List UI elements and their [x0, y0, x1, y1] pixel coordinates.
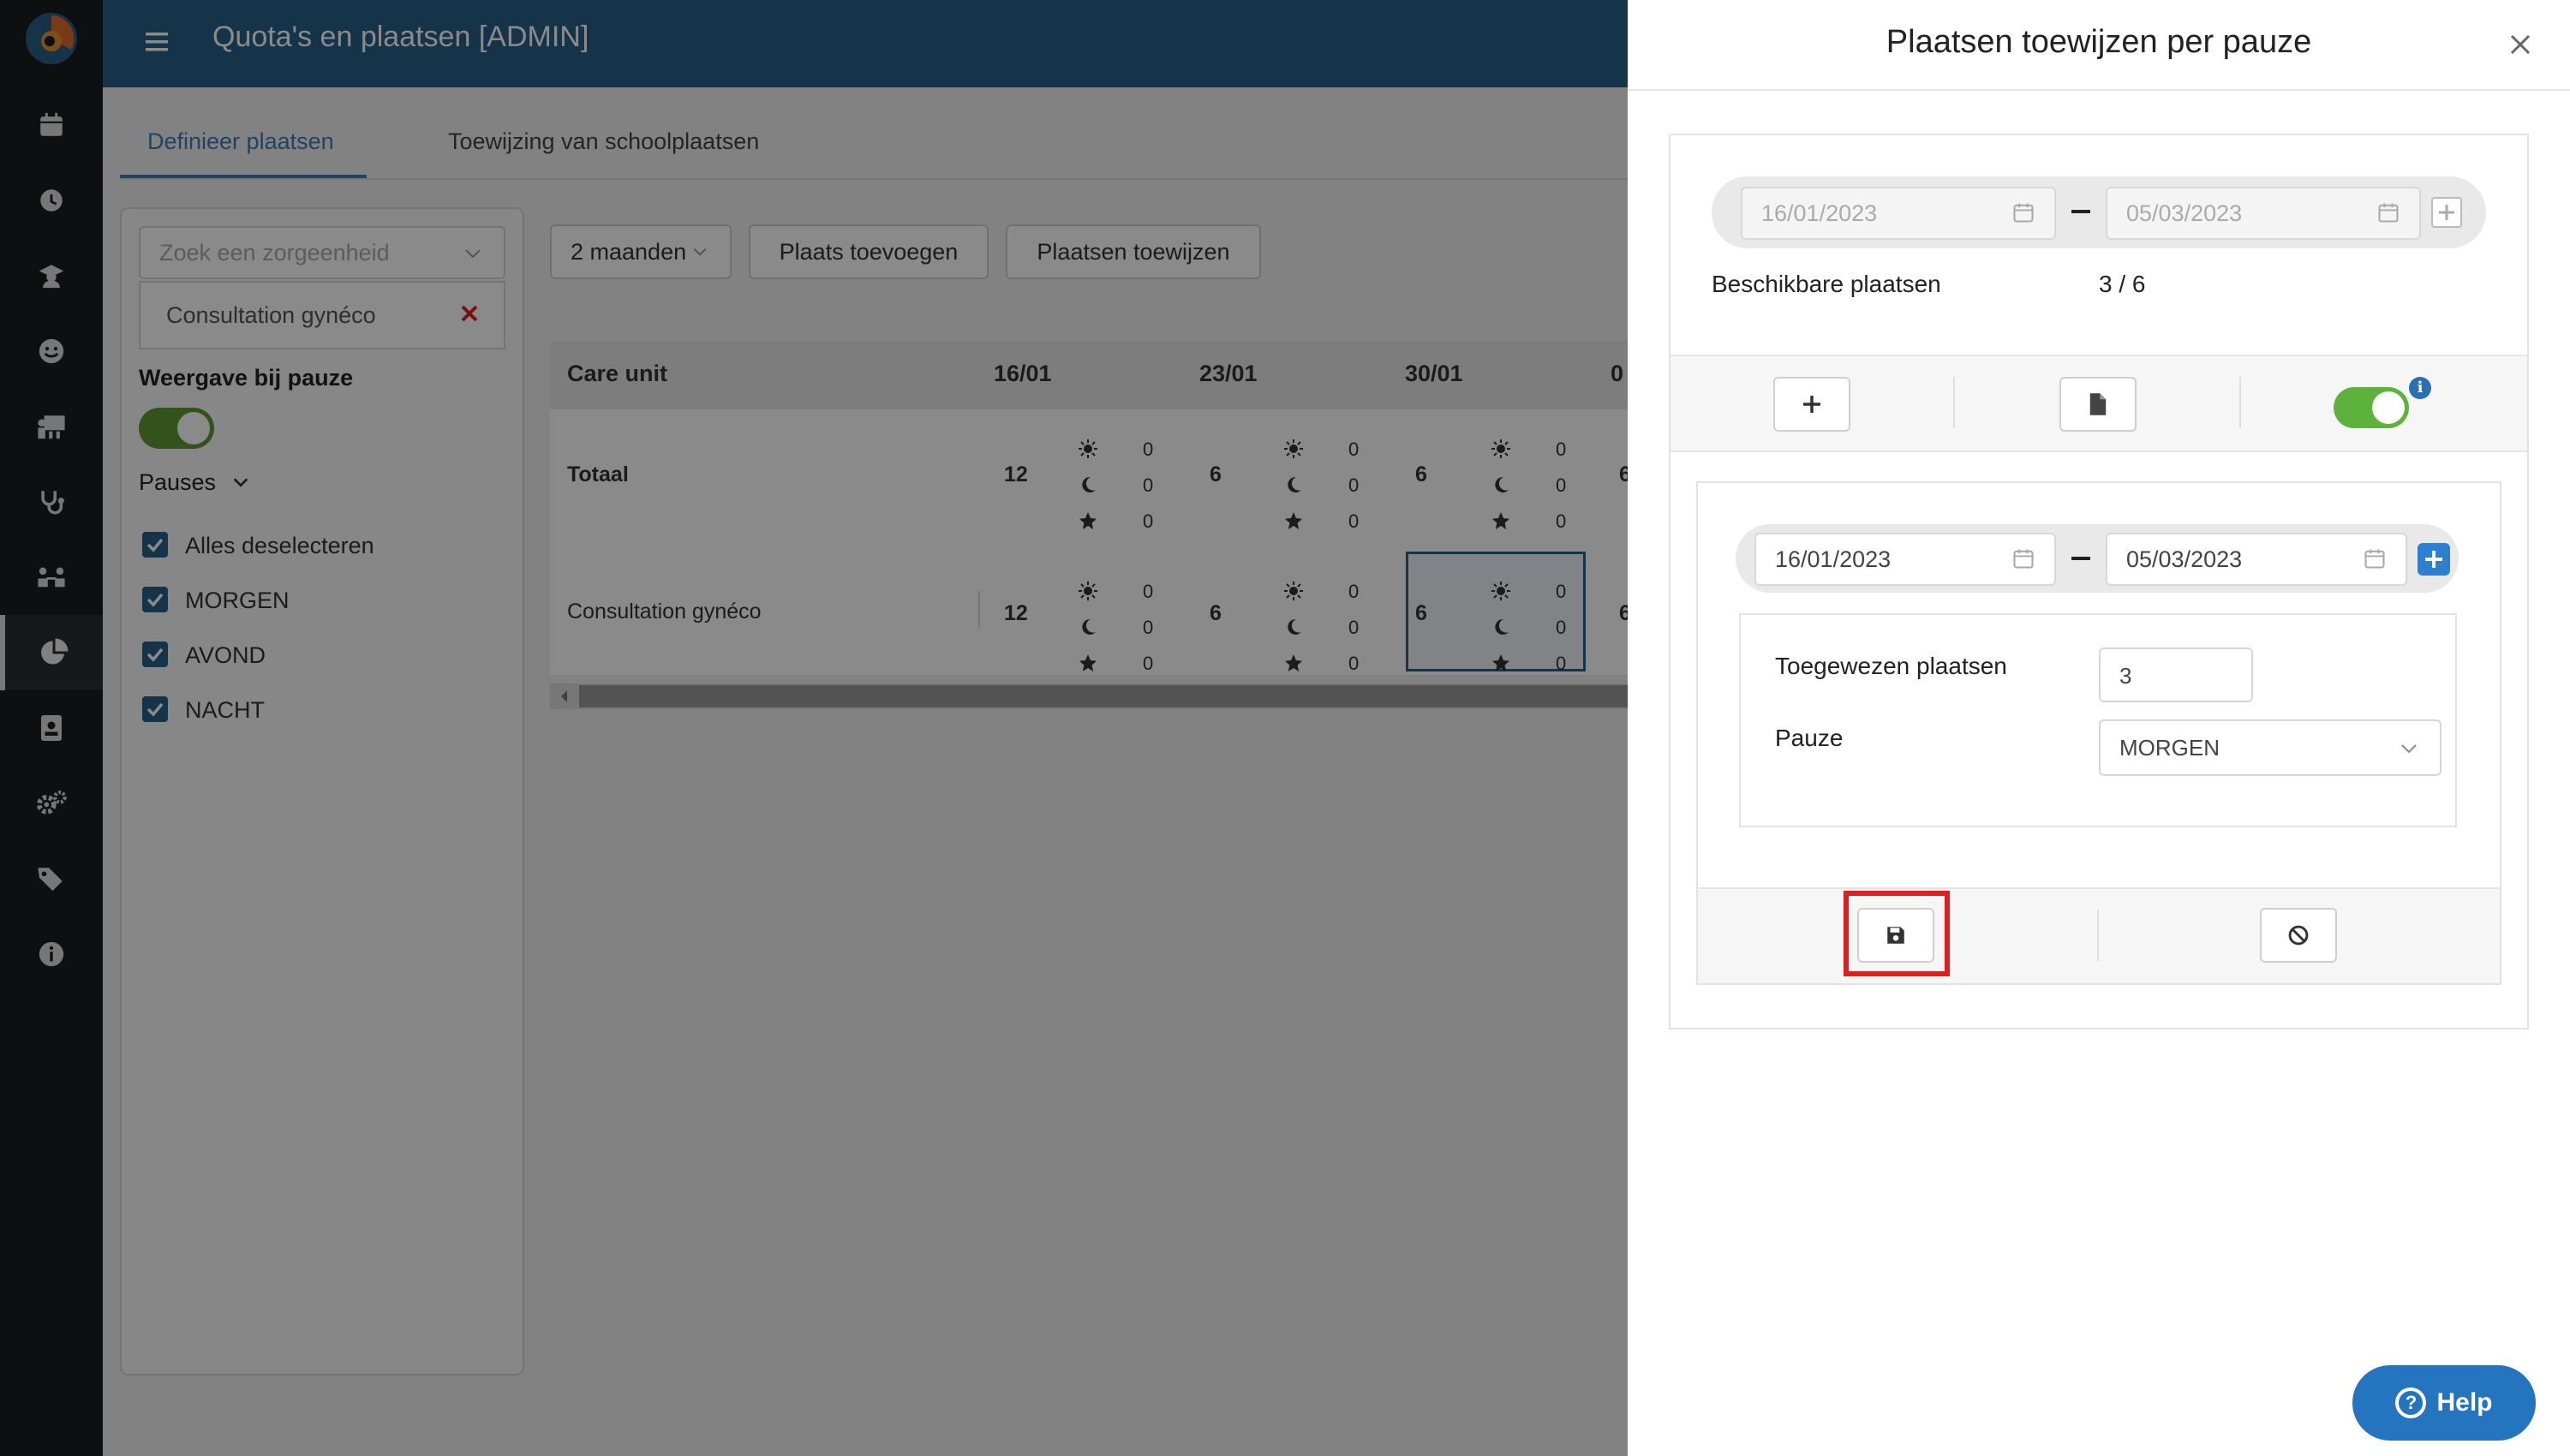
drawer-title: Plaatsen toewijzen per pauze [1886, 24, 2312, 60]
ban-icon [2288, 925, 2309, 946]
chevron-down-icon[interactable] [2399, 738, 2419, 759]
allocation-to-value: 05/03/2023 [2126, 546, 2243, 572]
modal-backdrop[interactable] [0, 0, 1628, 1456]
toolbar-separator [2239, 377, 2241, 428]
calendar-icon[interactable] [2011, 200, 2035, 224]
range-from-value: 16/01/2023 [1761, 200, 1878, 226]
pause-label: Pauze [1775, 725, 1844, 751]
assigned-places-value: 3 [2119, 663, 2132, 689]
available-value: 3 / 6 [2099, 271, 2146, 297]
plus-icon [2439, 205, 2454, 220]
toolbar-separator [2097, 910, 2099, 961]
info-icon[interactable]: i [2409, 377, 2431, 399]
add-button[interactable] [1773, 377, 1850, 432]
close-icon[interactable] [2507, 31, 2534, 58]
cancel-button[interactable] [2260, 908, 2337, 963]
help-label: Help [2436, 1388, 2493, 1417]
assigned-places-label: Toegewezen plaatsen [1775, 653, 2007, 679]
range-dash [2071, 210, 2090, 213]
range-to-value: 05/03/2023 [2126, 200, 2243, 226]
drawer-divider [1628, 89, 2570, 91]
save-highlight [1844, 891, 1950, 976]
toggle-knob [2372, 391, 2405, 424]
available-label: Beschikbare plaatsen [1712, 271, 1941, 297]
plus-icon [2425, 551, 2442, 568]
calendar-icon[interactable] [2376, 200, 2400, 224]
pause-select-value: MORGEN [2119, 735, 2220, 761]
pause-mode-toggle[interactable] [2334, 387, 2409, 428]
document-button[interactable] [2059, 377, 2137, 432]
allocation-from-value: 16/01/2023 [1775, 546, 1892, 572]
question-icon: ? [2395, 1387, 2427, 1418]
help-button[interactable]: ? Help [2352, 1365, 2536, 1441]
range-dash [2071, 557, 2090, 560]
calendar-icon[interactable] [2011, 546, 2035, 570]
add-allocation-button[interactable] [2418, 543, 2450, 576]
toolbar-separator [1953, 377, 1955, 428]
plus-icon [1803, 396, 1820, 413]
allocation-actions [1698, 887, 2500, 983]
file-icon [2089, 393, 2107, 415]
add-range-button[interactable] [2431, 197, 2462, 228]
calendar-icon[interactable] [2363, 546, 2387, 570]
